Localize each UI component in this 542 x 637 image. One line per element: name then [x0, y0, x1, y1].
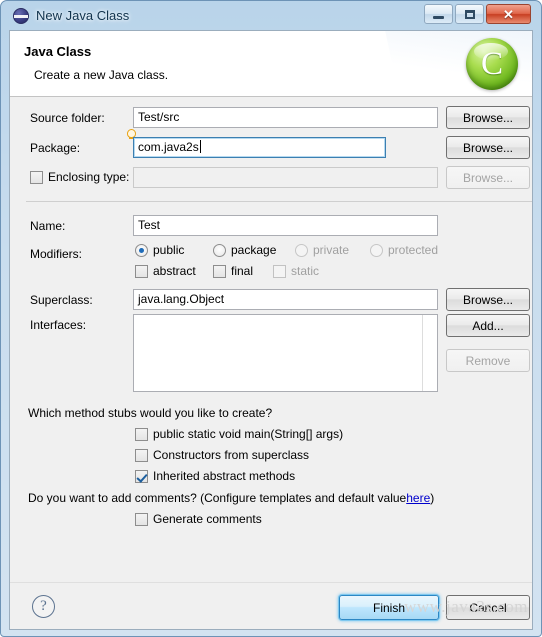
- checkbox-main-indicator[interactable]: [135, 427, 148, 441]
- superclass-browse-button[interactable]: Browse...: [446, 288, 530, 311]
- checkbox-final-label: final: [231, 264, 254, 278]
- source-folder-label-wrap: Source folder:: [30, 111, 105, 125]
- maximize-button[interactable]: [455, 4, 484, 24]
- name-input[interactable]: Test: [133, 215, 438, 236]
- checkbox-abstract-indicator[interactable]: [135, 264, 148, 278]
- radio-private-label: private: [313, 243, 350, 257]
- text-caret: [199, 140, 201, 153]
- checkbox-generate-comments-label: Generate comments: [153, 512, 262, 526]
- stub-checkbox-inherited[interactable]: Inherited abstract methods: [135, 469, 295, 483]
- package-label-wrap: Package:: [30, 141, 80, 155]
- enclosing-type-input: [133, 167, 438, 188]
- method-stubs-question-wrap: Which method stubs would you like to cre…: [28, 406, 272, 420]
- name-label: Name:: [30, 219, 66, 233]
- form-body: Source folder: Test/src Browse... Packag…: [10, 97, 532, 629]
- stub-checkbox-constructors[interactable]: Constructors from superclass: [135, 448, 309, 462]
- checkbox-generate-comments-indicator[interactable]: [135, 512, 148, 526]
- source-folder-label: Source folder:: [30, 111, 105, 125]
- page-description: Create a new Java class.: [34, 68, 169, 82]
- interfaces-list-scrollbar[interactable]: [422, 315, 437, 391]
- package-label: Package:: [30, 141, 81, 155]
- modifiers-label: Modifiers:: [30, 247, 83, 261]
- modifier-radio-public[interactable]: public: [135, 243, 184, 257]
- comments-question-suffix: ): [430, 491, 435, 505]
- close-icon: ✕: [503, 6, 514, 22]
- modifier-radio-protected: protected: [370, 243, 438, 257]
- dialog-footer: ? Finish Cancel www.java2s.com: [10, 582, 532, 629]
- page-title: Java Class: [24, 44, 92, 59]
- checkbox-constructors-label: Constructors from superclass: [153, 448, 310, 462]
- checkbox-static-label: static: [291, 264, 320, 278]
- eclipse-sphere-icon: [13, 7, 29, 24]
- title-bar: New Java Class ✕: [9, 1, 533, 30]
- modifier-checkbox-static: static: [273, 264, 319, 278]
- radio-package-indicator[interactable]: [213, 243, 226, 257]
- superclass-label: Superclass:: [30, 293, 93, 307]
- minimize-button[interactable]: [424, 4, 453, 24]
- checkbox-final-indicator[interactable]: [213, 264, 226, 278]
- interfaces-list[interactable]: [133, 314, 438, 392]
- page-banner: Java Class Create a new Java class. C: [10, 31, 532, 97]
- close-button[interactable]: ✕: [486, 4, 531, 24]
- radio-protected-indicator: [370, 243, 383, 257]
- java-class-logo-icon: C: [466, 38, 518, 90]
- maximize-icon: [464, 9, 475, 19]
- modifiers-label-wrap: Modifiers:: [30, 247, 82, 261]
- package-input-value: com.java2s: [138, 140, 199, 154]
- modifier-checkbox-abstract[interactable]: abstract: [135, 264, 196, 278]
- enclosing-type-browse-button: Browse...: [446, 166, 530, 189]
- radio-private-indicator: [295, 243, 308, 257]
- method-stubs-question: Which method stubs would you like to cre…: [28, 406, 273, 420]
- source-folder-input[interactable]: Test/src: [133, 107, 438, 128]
- finish-button[interactable]: Finish: [339, 595, 439, 620]
- superclass-label-wrap: Superclass:: [30, 293, 93, 307]
- stub-checkbox-main[interactable]: public static void main(String[] args): [135, 427, 343, 441]
- section-separator-1: [26, 201, 532, 202]
- enclosing-type-checkbox-wrap[interactable]: Enclosing type:: [30, 170, 129, 184]
- modifier-radio-package[interactable]: package: [213, 243, 276, 257]
- checkbox-constructors-indicator[interactable]: [135, 448, 148, 462]
- source-folder-browse-button[interactable]: Browse...: [446, 106, 530, 129]
- checkbox-inherited-label: Inherited abstract methods: [153, 469, 296, 483]
- superclass-input[interactable]: java.lang.Object: [133, 289, 438, 310]
- comments-question-wrap: Do you want to add comments? (Configure …: [28, 491, 434, 505]
- comments-question-prefix: Do you want to add comments? (Configure …: [28, 491, 407, 505]
- checkbox-abstract-label: abstract: [153, 264, 196, 278]
- minimize-icon: [433, 15, 444, 19]
- interfaces-remove-button: Remove: [446, 349, 530, 372]
- checkbox-main-label: public static void main(String[] args): [153, 427, 344, 441]
- radio-package-label: package: [231, 243, 277, 257]
- window-title: New Java Class: [36, 8, 130, 23]
- interfaces-add-button[interactable]: Add...: [446, 314, 530, 337]
- generate-comments-checkbox-wrap[interactable]: Generate comments: [135, 512, 262, 526]
- enclosing-type-label: Enclosing type:: [48, 170, 130, 184]
- radio-public-label: public: [153, 243, 185, 257]
- radio-public-indicator[interactable]: [135, 243, 148, 257]
- interfaces-label: Interfaces:: [30, 318, 87, 332]
- dialog-window: New Java Class ✕ Java Class Create a new…: [0, 0, 542, 637]
- checkbox-inherited-indicator[interactable]: [135, 469, 148, 483]
- dialog-client-area: Java Class Create a new Java class. C So…: [9, 30, 533, 630]
- enclosing-type-checkbox[interactable]: [30, 170, 43, 184]
- modifier-radio-private: private: [295, 243, 349, 257]
- interfaces-label-wrap: Interfaces:: [30, 318, 86, 332]
- package-input[interactable]: com.java2s: [133, 137, 386, 158]
- logo-letter: C: [480, 45, 503, 82]
- help-icon[interactable]: ?: [32, 595, 55, 618]
- checkbox-static-indicator: [273, 264, 286, 278]
- radio-protected-label: protected: [388, 243, 439, 257]
- configure-templates-link[interactable]: here: [406, 491, 430, 505]
- cancel-button[interactable]: Cancel: [446, 595, 530, 620]
- package-browse-button[interactable]: Browse...: [446, 136, 530, 159]
- modifier-checkbox-final[interactable]: final: [213, 264, 253, 278]
- name-label-wrap: Name:: [30, 219, 65, 233]
- caption-buttons: ✕: [424, 4, 531, 24]
